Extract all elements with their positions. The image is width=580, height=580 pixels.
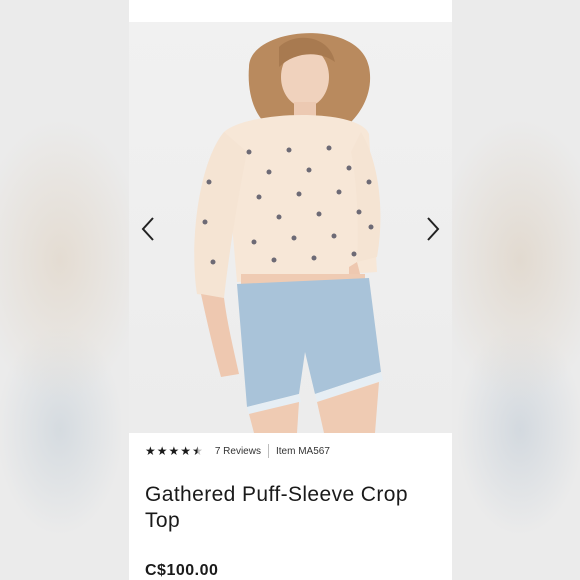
product-info: ★ ★ ★ ★ ★ 7 Reviews Item MA567 Gathered … [145, 440, 440, 534]
rating-row: ★ ★ ★ ★ ★ 7 Reviews Item MA567 [145, 440, 440, 462]
item-number: Item MA567 [275, 445, 330, 457]
chevron-left-icon [141, 217, 154, 241]
star-icon: ★ [180, 444, 192, 458]
star-icon: ★ [168, 444, 180, 458]
reviews-link[interactable]: 7 Reviews [215, 446, 261, 457]
product-image-gallery[interactable] [129, 22, 452, 433]
top-bar [129, 0, 452, 22]
product-photo [194, 33, 383, 433]
star-icon: ★ [145, 444, 156, 458]
divider [267, 444, 269, 458]
product-page: ★ ★ ★ ★ ★ 7 Reviews Item MA567 Gathered … [129, 0, 452, 580]
star-rating[interactable]: ★ ★ ★ ★ ★ [145, 444, 203, 458]
next-image-button[interactable] [418, 212, 448, 246]
previous-image-button[interactable] [133, 212, 163, 246]
chevron-right-icon [427, 217, 440, 241]
product-price: C$100.00 [145, 562, 219, 579]
half-star-icon: ★ [192, 444, 203, 458]
product-title: Gathered Puff-Sleeve Crop Top [145, 483, 408, 532]
star-icon: ★ [156, 444, 168, 458]
